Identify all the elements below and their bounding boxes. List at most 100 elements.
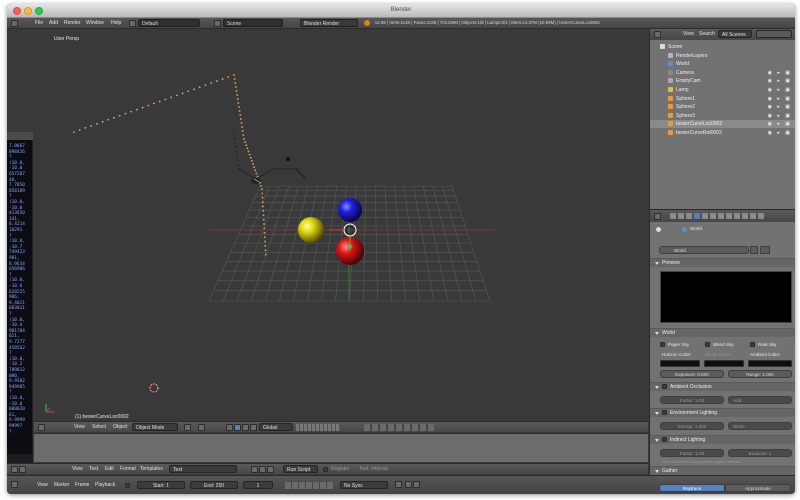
ambient-color-swatch[interactable] [748,360,792,367]
timeline-editor-icon[interactable] [11,481,18,488]
particles-tab-icon[interactable] [750,213,756,219]
text-editor-type-icon[interactable] [11,466,18,473]
env-color-selector[interactable]: White [728,422,792,430]
timeline-menu-marker[interactable]: Marker [54,482,70,488]
outliner-row[interactable]: EmptyCam ◉ ▸ ▣ [650,77,795,85]
scene-selector[interactable]: Scene [223,19,283,27]
fake-user-button[interactable] [750,246,758,254]
run-script-button[interactable]: Run Script [283,465,318,473]
visibility-toggles-icon[interactable]: ◉ ▸ ▣ [768,70,792,76]
outliner-editor-icon[interactable] [654,31,661,38]
layers-tab-icon[interactable] [678,213,684,219]
modifiers-tab-icon[interactable] [718,213,724,219]
viewport-menu-select[interactable]: Select [92,424,106,430]
keyframe-delete-icon[interactable] [413,481,420,488]
world-datablock-field[interactable]: World [659,246,749,254]
shading-icon[interactable] [184,424,191,431]
layer-buttons[interactable] [296,424,340,431]
scale-icon[interactable] [250,424,257,431]
visibility-toggles-icon[interactable]: ◉ ▸ ▣ [768,78,792,84]
scene-tab-icon[interactable] [686,213,692,219]
visibility-toggles-icon[interactable]: ◉ ▸ ▣ [768,96,792,102]
orientation-selector[interactable]: Global [259,423,293,431]
env-energy-field[interactable]: Energy: 1.000 [660,422,724,430]
line-numbers-icon[interactable] [251,466,258,473]
snap-buttons[interactable] [364,424,434,431]
pivot-icon[interactable] [198,424,205,431]
register-checkbox[interactable] [323,467,328,472]
viewport-menu-view[interactable]: View [74,424,85,430]
translate-icon[interactable] [234,424,241,431]
raytrace-button[interactable]: Raytrace [659,484,725,492]
paper-sky-checkbox[interactable] [660,342,665,347]
indirect-bounces-field[interactable]: Bounces: 1 [728,449,792,457]
current-frame-field[interactable]: 1 [243,481,273,489]
outliner-row[interactable]: Sphere2 ◉ ▸ ▣ [650,103,795,111]
preview-range-checkbox[interactable] [125,483,130,488]
outliner-row[interactable]: Scene [650,43,795,51]
blend-sky-checkbox[interactable] [705,342,710,347]
outliner-row[interactable]: Sphere3 ◉ ▸ ▣ [650,112,795,120]
real-sky-checkbox[interactable] [750,342,755,347]
texture-tab-icon[interactable] [742,213,748,219]
timeline-menu-view[interactable]: View [37,482,48,488]
outliner-row[interactable]: RenderLayers [650,52,795,60]
properties-editor[interactable]: World World Preview World Paper Sky Blen… [649,209,795,475]
timeline-menu-playback[interactable]: Playback [95,482,115,488]
ambient-occlusion-checkbox[interactable] [662,384,667,389]
keyframe-insert-icon[interactable] [405,481,412,488]
menu-add[interactable]: Add [49,20,58,26]
visibility-toggles-icon[interactable]: ◉ ▸ ▣ [768,104,792,110]
text-editor-area[interactable] [34,433,648,462]
text-menu-templates[interactable]: Templates [140,466,163,472]
menu-file[interactable]: File [35,20,43,26]
python-console[interactable]: 7.0667 898416? (10.0, -10.0 657207 40, 7.7850 8… [7,132,33,466]
render-tab-icon[interactable] [670,213,676,219]
word-wrap-icon[interactable] [259,466,266,473]
outliner-row[interactable]: World [650,60,795,68]
outliner-search-input[interactable] [756,30,792,38]
menu-help[interactable]: Help [111,20,121,26]
scene-icon[interactable] [214,20,221,27]
data-tab-icon[interactable] [726,213,732,219]
range-field[interactable]: Range: 1.000 [728,370,792,378]
text-menu-view[interactable]: View [72,466,83,472]
rotate-icon[interactable] [242,424,249,431]
visibility-toggles-icon[interactable]: ◉ ▸ ▣ [768,121,792,127]
keying-icon[interactable] [395,481,402,488]
text-menu-edit[interactable]: Edit [105,466,114,472]
outliner-row[interactable]: Lamp ◉ ▸ ▣ [650,86,795,94]
material-tab-icon[interactable] [734,213,740,219]
viewport-menu-object[interactable]: Object [113,424,127,430]
sphere-blue[interactable] [338,198,362,222]
outliner-row[interactable]: Camera ◉ ▸ ▣ [650,69,795,77]
outliner-menu-search[interactable]: Search [699,31,715,37]
sync-mode-selector[interactable]: No Sync [340,481,388,489]
viewport-editor-icon[interactable] [38,424,45,431]
visibility-toggles-icon[interactable]: ◉ ▸ ▣ [768,113,792,119]
outliner-menu-view[interactable]: View [683,31,694,37]
playback-controls[interactable] [285,482,333,489]
exposure-field[interactable]: Exposure: 0.000 [660,370,724,378]
start-frame-field[interactable]: Start: 1 [137,481,185,489]
outliner-row[interactable]: Sphere1 ◉ ▸ ▣ [650,95,795,103]
approximate-button[interactable]: Approximate [725,484,791,492]
editor-type-icon[interactable] [11,20,18,27]
3d-cursor-icon[interactable] [149,383,159,393]
mode-selector[interactable]: Object Mode [132,423,178,431]
object-tab-icon[interactable] [702,213,708,219]
end-frame-field[interactable]: End: 250 [190,481,238,489]
visibility-toggles-icon[interactable]: ◉ ▸ ▣ [768,130,792,136]
preview-panel-header[interactable]: Preview [650,258,795,267]
menu-render[interactable]: Render [64,20,80,26]
outliner[interactable]: View Search All Scenes Scene RenderLayers… [649,29,795,209]
world-tab-icon[interactable] [694,213,700,219]
syntax-highlight-icon[interactable] [267,466,274,473]
physics-tab-icon[interactable] [758,213,764,219]
text-menu-format[interactable]: Format [120,466,136,472]
text-menu-text[interactable]: Text [89,466,98,472]
indirect-factor-field[interactable]: Factor: 1.00 [660,449,724,457]
outliner-display-mode[interactable]: All Scenes [718,30,752,38]
console-editor-type-icon[interactable] [19,466,26,473]
ao-mode-selector[interactable]: Add [728,396,792,404]
